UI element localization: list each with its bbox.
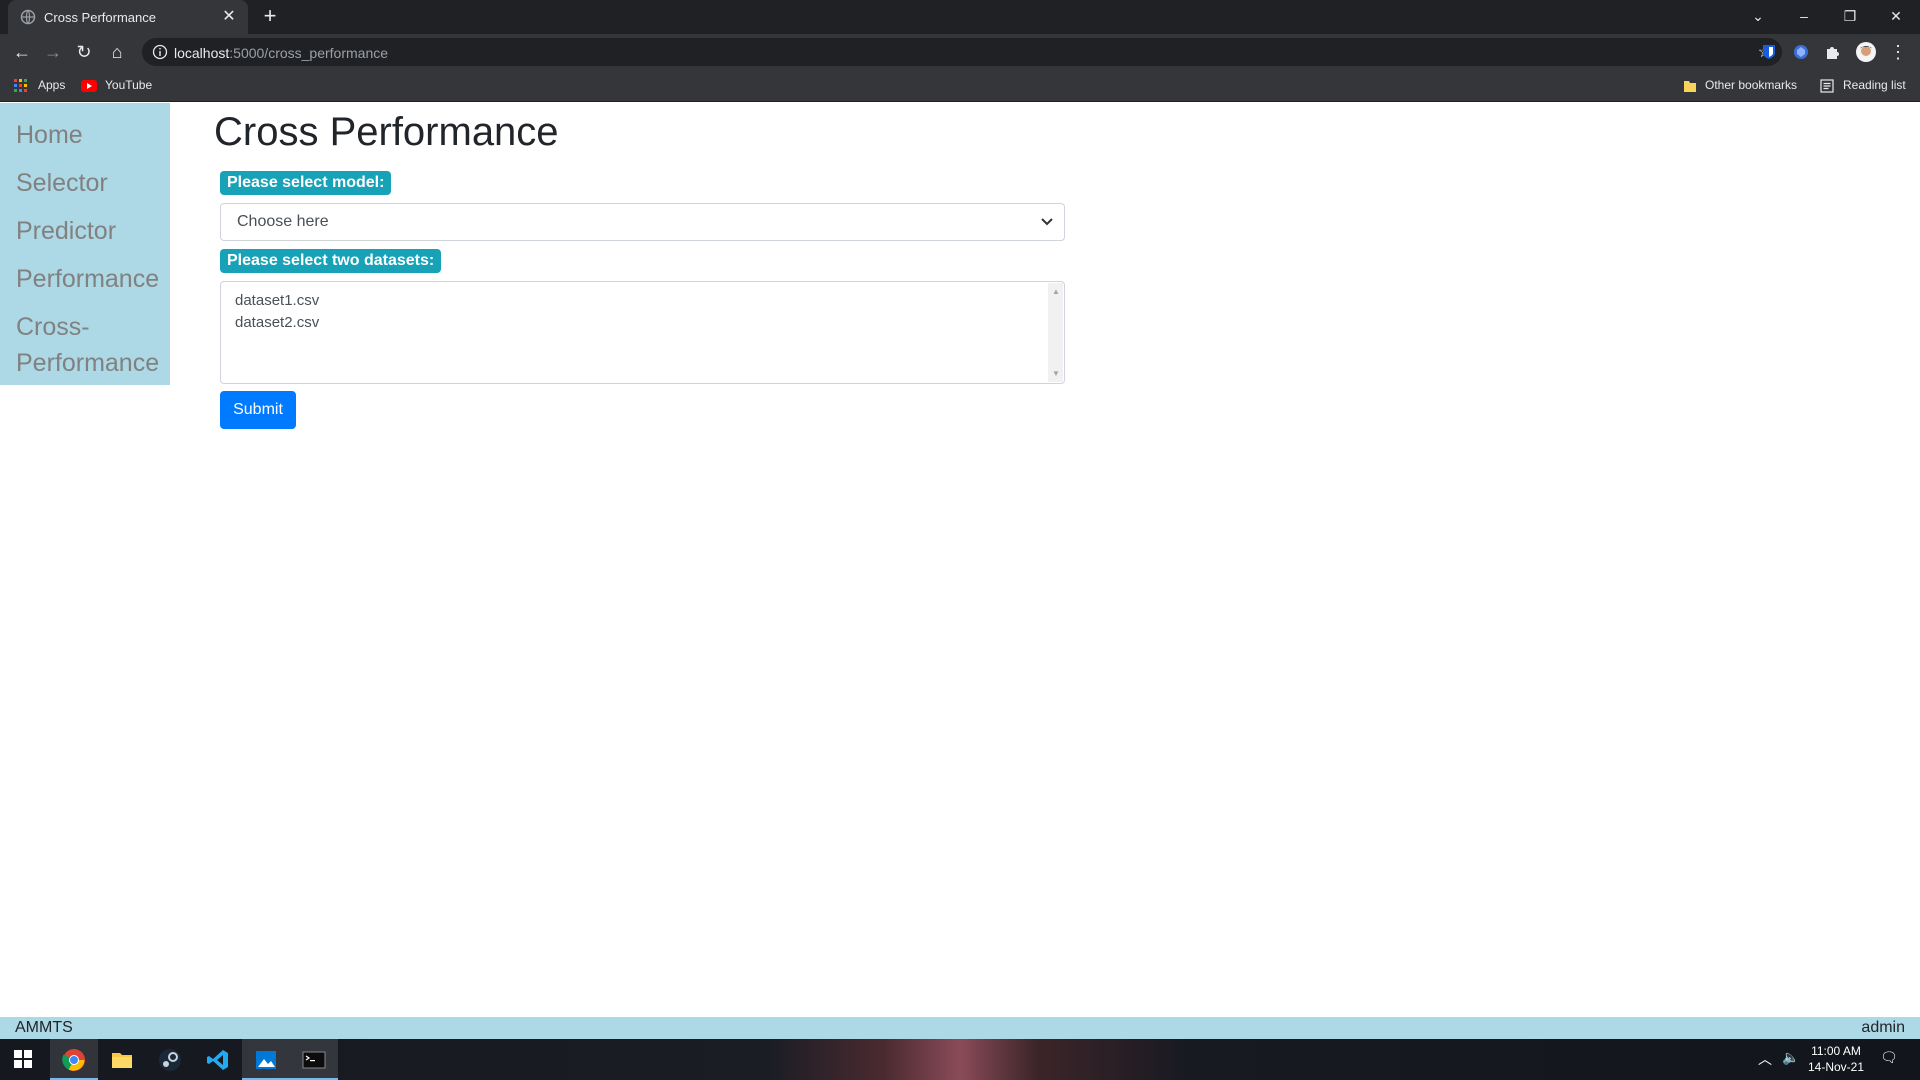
sidebar-item-selector[interactable]: Selector	[0, 159, 170, 207]
info-icon[interactable]	[152, 44, 168, 60]
extensions-puzzle-icon[interactable]	[1824, 43, 1842, 61]
youtube-icon[interactable]	[81, 79, 97, 93]
url-text: localhost:5000/cross_performance	[174, 45, 388, 61]
browser-tab[interactable]: Cross Performance ✕	[8, 0, 248, 34]
menu-kebab-icon[interactable]: ⋮	[1886, 40, 1910, 64]
apps-grid-icon[interactable]	[14, 79, 28, 93]
datasets-label: Please select two datasets:	[220, 249, 442, 273]
terminal-icon	[302, 1051, 326, 1069]
folder-icon	[112, 1053, 132, 1068]
address-bar[interactable]: localhost:5000/cross_performance ☆	[142, 38, 1782, 66]
listbox-scrollbar[interactable]: ▲ ▼	[1048, 283, 1063, 382]
sidebar-item-home[interactable]: Home	[0, 111, 170, 159]
chevron-down-icon	[1041, 218, 1053, 226]
chrome-icon	[62, 1049, 85, 1071]
taskbar-photos[interactable]	[242, 1039, 290, 1080]
page-title: Cross Performance	[214, 110, 559, 154]
datasets-options: dataset1.csv dataset2.csv	[221, 290, 319, 334]
forward-icon[interactable]: →	[41, 40, 65, 64]
model-select-value: Choose here	[237, 213, 329, 230]
sidebar-item-cross-performance[interactable]: Cross-Performance	[0, 303, 170, 387]
reading-list[interactable]: Reading list	[1843, 78, 1906, 92]
url-host: localhost	[174, 45, 230, 61]
bookmark-other[interactable]: Other bookmarks	[1705, 78, 1797, 92]
taskbar-steam[interactable]	[146, 1039, 194, 1080]
tab-title: Cross Performance	[44, 10, 156, 25]
scroll-up-icon[interactable]: ▲	[1052, 287, 1060, 296]
browser-toolbar: ← → ↻ ⌂ localhost:5000/cross_performance…	[0, 34, 1920, 70]
photos-icon	[256, 1051, 276, 1069]
model-label: Please select model:	[220, 171, 392, 195]
submit-button[interactable]: Submit	[220, 391, 296, 429]
taskbar-clock[interactable]: 11:00 AM 14-Nov-21	[1808, 1043, 1864, 1075]
dataset-option[interactable]: dataset2.csv	[221, 312, 319, 334]
model-select[interactable]: Choose here	[220, 203, 1065, 241]
globe-icon	[20, 9, 36, 25]
tab-search-icon[interactable]: ⌄	[1740, 4, 1776, 28]
close-tab-icon[interactable]: ✕	[220, 8, 238, 26]
taskbar-vscode[interactable]	[194, 1039, 242, 1080]
bookmark-youtube[interactable]: YouTube	[105, 78, 152, 92]
footer-app-name: AMMTS	[15, 1019, 73, 1036]
profile-avatar[interactable]	[1855, 41, 1877, 63]
url-path: :5000/cross_performance	[229, 45, 389, 61]
browser-tab-strip: Cross Performance ✕ + ⌄ – ❐ ✕	[0, 0, 1920, 34]
bookmark-apps[interactable]: Apps	[38, 78, 65, 92]
new-tab-button[interactable]: +	[258, 5, 282, 29]
taskbar-file-explorer[interactable]	[98, 1039, 146, 1080]
bitwarden-extension-icon[interactable]	[1760, 43, 1778, 61]
vscode-icon	[207, 1050, 228, 1070]
reading-list-icon	[1820, 79, 1834, 93]
scroll-down-icon[interactable]: ▼	[1052, 369, 1060, 378]
clock-date: 14-Nov-21	[1807, 1060, 1864, 1074]
reload-icon[interactable]: ↻	[72, 40, 96, 64]
back-icon[interactable]: ←	[10, 40, 34, 64]
os-taskbar: ︿ 🔈 11:00 AM 14-Nov-21 🗨	[0, 1039, 1920, 1080]
taskbar-terminal[interactable]	[290, 1039, 338, 1080]
main-content: Cross Performance Please select model: C…	[214, 103, 1074, 429]
steam-icon	[159, 1049, 181, 1071]
windows-icon	[14, 1050, 32, 1068]
shield-extension-icon[interactable]	[1792, 43, 1810, 61]
sidebar-item-predictor[interactable]: Predictor	[0, 207, 170, 255]
start-button[interactable]	[0, 1039, 48, 1080]
sidebar-nav: Home Selector Predictor Performance Cros…	[0, 103, 170, 385]
home-icon[interactable]: ⌂	[105, 40, 129, 64]
tray-chevron-up-icon[interactable]: ︿	[1758, 1049, 1772, 1069]
notifications-icon[interactable]: 🗨	[1880, 1049, 1898, 1066]
footer-bar: AMMTS admin	[0, 1017, 1920, 1039]
dataset-option[interactable]: dataset1.csv	[221, 290, 319, 312]
bookmarks-bar: Apps YouTube Other bookmarks Reading lis…	[0, 70, 1920, 102]
volume-icon[interactable]: 🔈	[1782, 1049, 1799, 1066]
sidebar-item-performance[interactable]: Performance	[0, 255, 170, 303]
clock-time: 11:00 AM	[1811, 1044, 1861, 1058]
folder-icon	[1684, 81, 1696, 92]
minimize-button[interactable]: –	[1786, 4, 1822, 28]
restore-button[interactable]: ❐	[1832, 4, 1868, 28]
datasets-multiselect[interactable]: dataset1.csv dataset2.csv ▲ ▼	[220, 281, 1065, 384]
footer-user: admin	[1861, 1019, 1905, 1036]
close-window-button[interactable]: ✕	[1878, 4, 1914, 28]
taskbar-chrome[interactable]	[50, 1039, 98, 1080]
